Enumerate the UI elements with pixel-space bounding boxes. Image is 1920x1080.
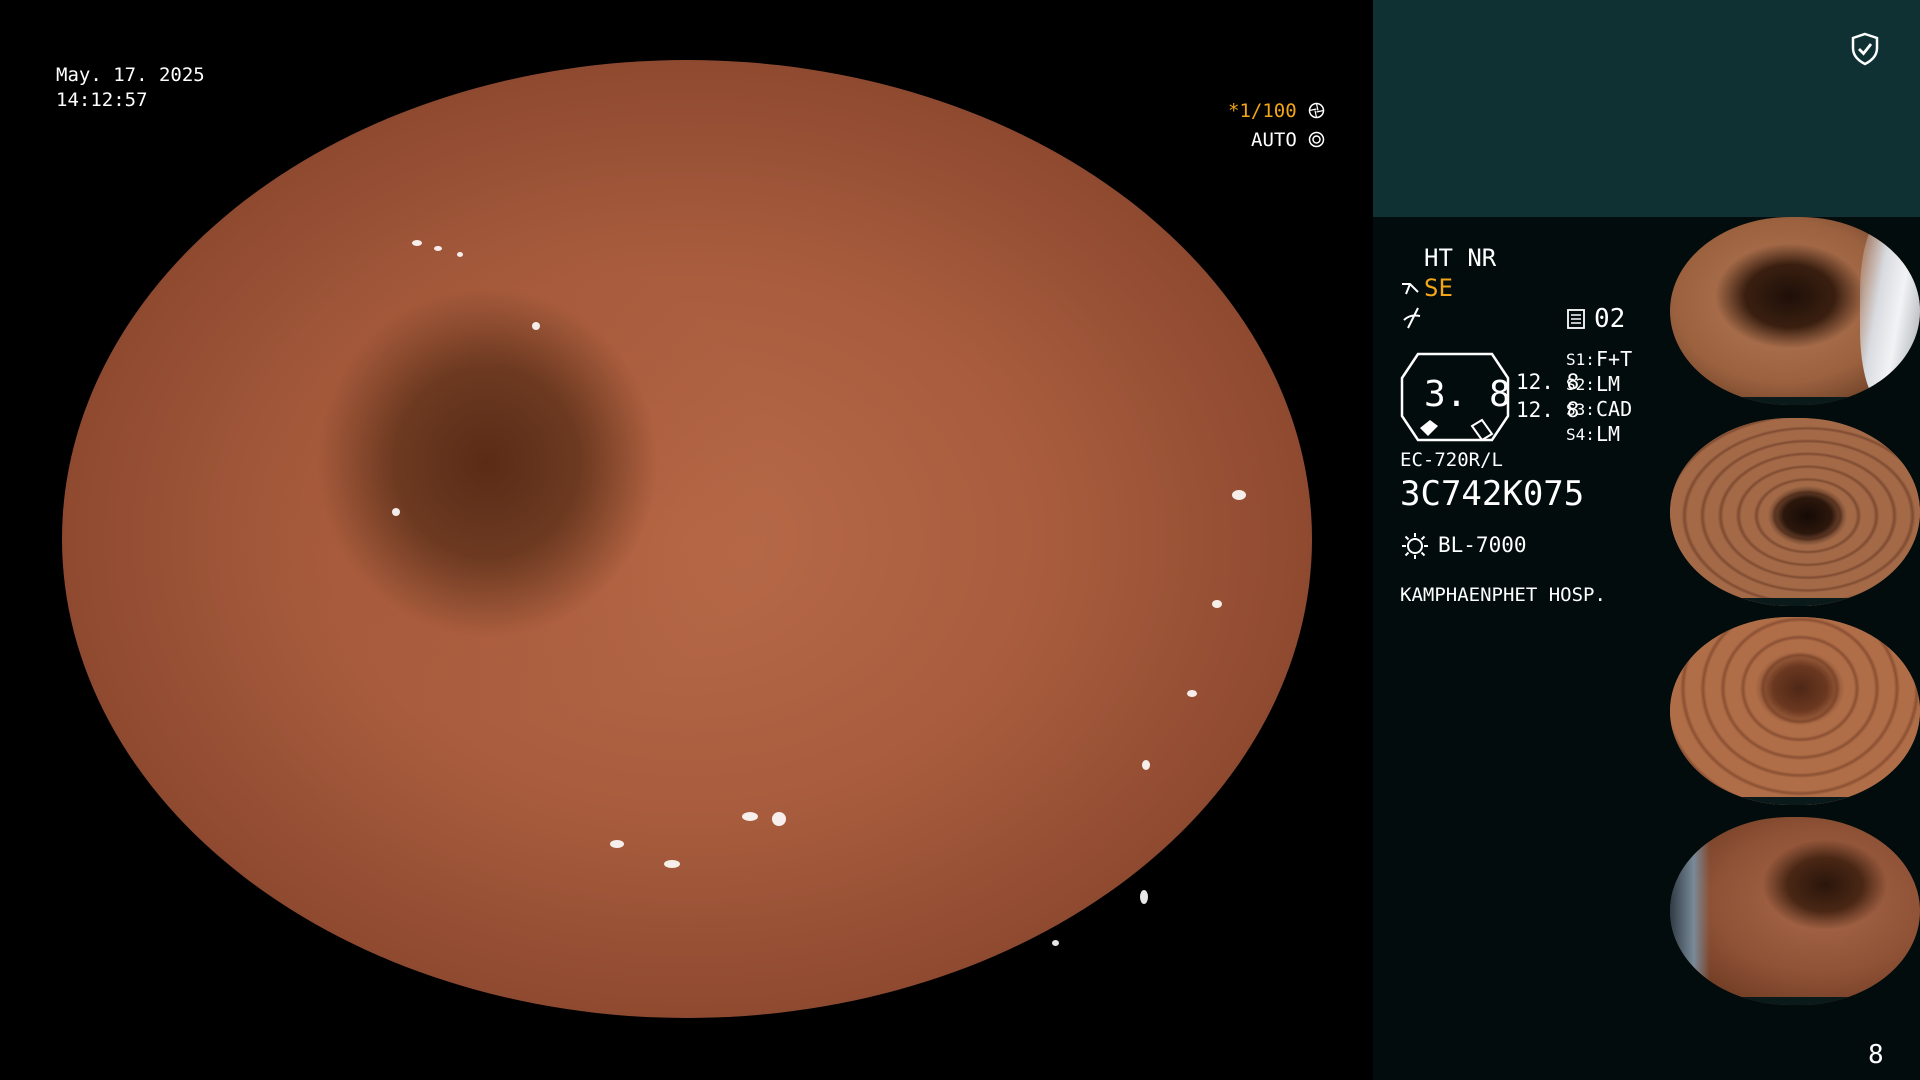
s3-label: S3: bbox=[1566, 400, 1595, 419]
light-reflection bbox=[1232, 490, 1246, 500]
shield-check-icon bbox=[1851, 32, 1879, 66]
light-reflection bbox=[1187, 690, 1197, 697]
endoscope-live-image bbox=[62, 60, 1312, 1018]
time-label: 14:12:57 bbox=[56, 89, 148, 111]
light-reflection bbox=[610, 840, 624, 848]
hospital-name: KAMPHAENPHET HOSP. bbox=[1400, 584, 1606, 606]
s4-label: S4: bbox=[1566, 425, 1595, 444]
scope-icon bbox=[1402, 283, 1419, 295]
s1-value: F+T bbox=[1596, 347, 1633, 371]
lightning-icon bbox=[1403, 307, 1421, 329]
info-panel-header bbox=[1373, 0, 1920, 217]
scope-serial: 3C742K075 bbox=[1400, 474, 1585, 514]
light-reflection bbox=[1142, 760, 1150, 770]
iris-icon bbox=[1308, 131, 1325, 148]
aperture-icon bbox=[1308, 102, 1325, 119]
s1-label: S1: bbox=[1566, 350, 1595, 369]
capture-thumbnail-4[interactable] bbox=[1670, 817, 1920, 1005]
scope-model: EC-720R/L bbox=[1400, 449, 1503, 471]
light-reflection bbox=[392, 508, 400, 516]
s4-value: LM bbox=[1596, 422, 1621, 446]
light-reflection bbox=[434, 246, 442, 251]
capture-thumbnail-2[interactable] bbox=[1670, 418, 1920, 606]
light-reflection bbox=[1212, 600, 1222, 608]
light-reflection bbox=[532, 322, 540, 330]
s2-value: LM bbox=[1596, 372, 1621, 396]
light-reflection bbox=[1052, 940, 1059, 946]
light-reflection bbox=[772, 812, 786, 826]
s3-value: CAD bbox=[1596, 397, 1633, 421]
light-source: BL-7000 bbox=[1438, 533, 1527, 557]
light-reflection bbox=[412, 240, 422, 246]
light-reflection bbox=[1140, 890, 1148, 904]
lamp-icon bbox=[1402, 533, 1428, 559]
auto-mode: AUTO bbox=[1251, 129, 1325, 151]
light-reflection bbox=[664, 860, 680, 868]
gauge-value: 3. 8 bbox=[1424, 374, 1511, 415]
light-reflection bbox=[457, 252, 463, 257]
shutter-speed: *1/100 bbox=[1228, 100, 1325, 122]
memo-icon bbox=[1567, 309, 1585, 329]
scope-tip-reflection bbox=[1670, 817, 1710, 1005]
se-label: SE bbox=[1424, 274, 1453, 302]
memo-count: 02 bbox=[1594, 304, 1626, 334]
page-number: 8 bbox=[1868, 1040, 1884, 1070]
scope-tip-reflection bbox=[1860, 217, 1920, 405]
light-reflection bbox=[742, 812, 758, 821]
s2-label: S2: bbox=[1566, 375, 1595, 394]
capture-thumbnail-1[interactable] bbox=[1670, 217, 1920, 405]
ht-nr-label: HT NR bbox=[1424, 244, 1497, 272]
date-label: May. 17. 2025 bbox=[56, 64, 205, 86]
capture-thumbnail-3[interactable] bbox=[1670, 617, 1920, 805]
